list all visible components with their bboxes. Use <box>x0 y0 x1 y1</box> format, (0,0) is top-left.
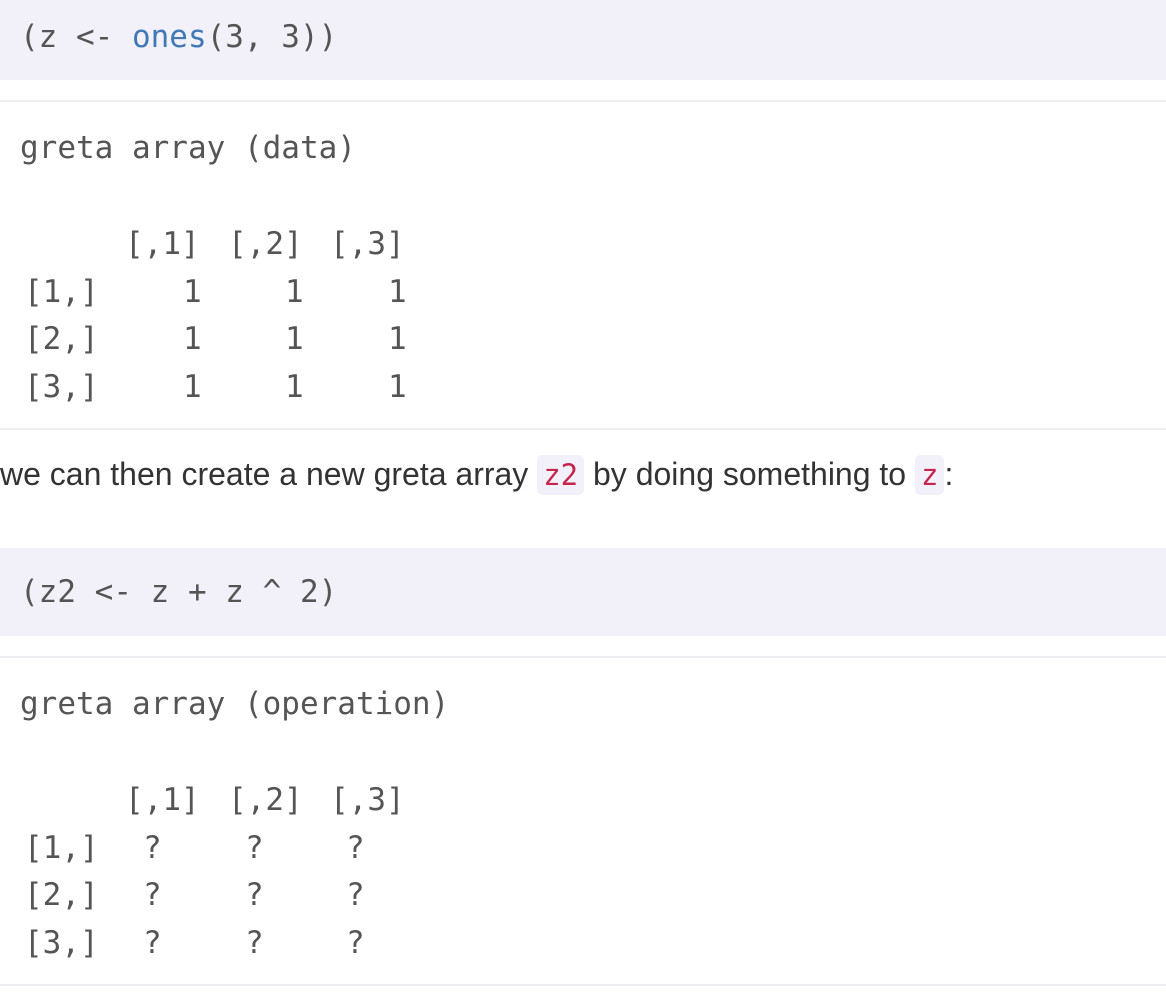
row-label: [2,] <box>24 321 99 357</box>
output-block-data: greta array (data) [,1] [,2] [,3] [1,] 1… <box>0 100 1166 430</box>
row-label: [1,] <box>24 274 99 310</box>
matrix-cell: 1 <box>388 274 407 310</box>
row-label: [3,] <box>24 369 99 405</box>
output-block-operation: greta array (operation) [,1] [,2] [,3] [… <box>0 656 1166 986</box>
paragraph-text: we can then create a new greta array <box>0 456 538 492</box>
paragraph-text: : <box>944 456 954 492</box>
column-header: [,1] <box>125 782 200 818</box>
code-line: (z2 <- z + z ^ 2) <box>20 574 338 610</box>
code-suffix: (3, 3)) <box>206 19 338 55</box>
matrix-cell: ? <box>346 925 365 961</box>
row-label: [3,] <box>24 925 99 961</box>
matrix-cell: ? <box>346 877 365 913</box>
column-header: [,3] <box>330 226 405 262</box>
matrix-cell: 1 <box>285 369 304 405</box>
matrix-cell: 1 <box>285 321 304 357</box>
output-title: greta array (data) <box>20 130 356 166</box>
matrix-cell: 1 <box>183 369 202 405</box>
matrix-cell: ? <box>143 925 162 961</box>
code-function-name: ones <box>131 19 207 55</box>
matrix-cell: ? <box>245 830 264 866</box>
inline-code-z: z <box>914 455 945 495</box>
matrix-cell: ? <box>245 925 264 961</box>
inline-code-z2: z2 <box>537 455 585 495</box>
column-header: [,2] <box>228 782 303 818</box>
matrix-cell: 1 <box>183 274 202 310</box>
column-header: [,1] <box>125 226 200 262</box>
paragraph-text: by doing something to <box>584 456 915 492</box>
row-label: [2,] <box>24 877 99 913</box>
explanation-paragraph: we can then create a new greta array z2 … <box>0 452 953 497</box>
matrix-cell: ? <box>143 877 162 913</box>
matrix-cell: 1 <box>183 321 202 357</box>
matrix-cell: 1 <box>388 369 407 405</box>
code-prefix: (z <- <box>20 19 132 55</box>
matrix-cell: 1 <box>285 274 304 310</box>
matrix-cell: ? <box>143 830 162 866</box>
row-label: [1,] <box>24 830 99 866</box>
column-header: [,3] <box>330 782 405 818</box>
output-title: greta array (operation) <box>20 686 450 722</box>
matrix-cell: 1 <box>388 321 407 357</box>
column-header: [,2] <box>228 226 303 262</box>
code-line: (z <- ones(3, 3)) <box>20 18 337 56</box>
matrix-cell: ? <box>346 830 365 866</box>
code-block-ones: (z <- ones(3, 3)) <box>0 0 1166 80</box>
code-block-operation: (z2 <- z + z ^ 2) <box>0 548 1166 636</box>
matrix-cell: ? <box>245 877 264 913</box>
